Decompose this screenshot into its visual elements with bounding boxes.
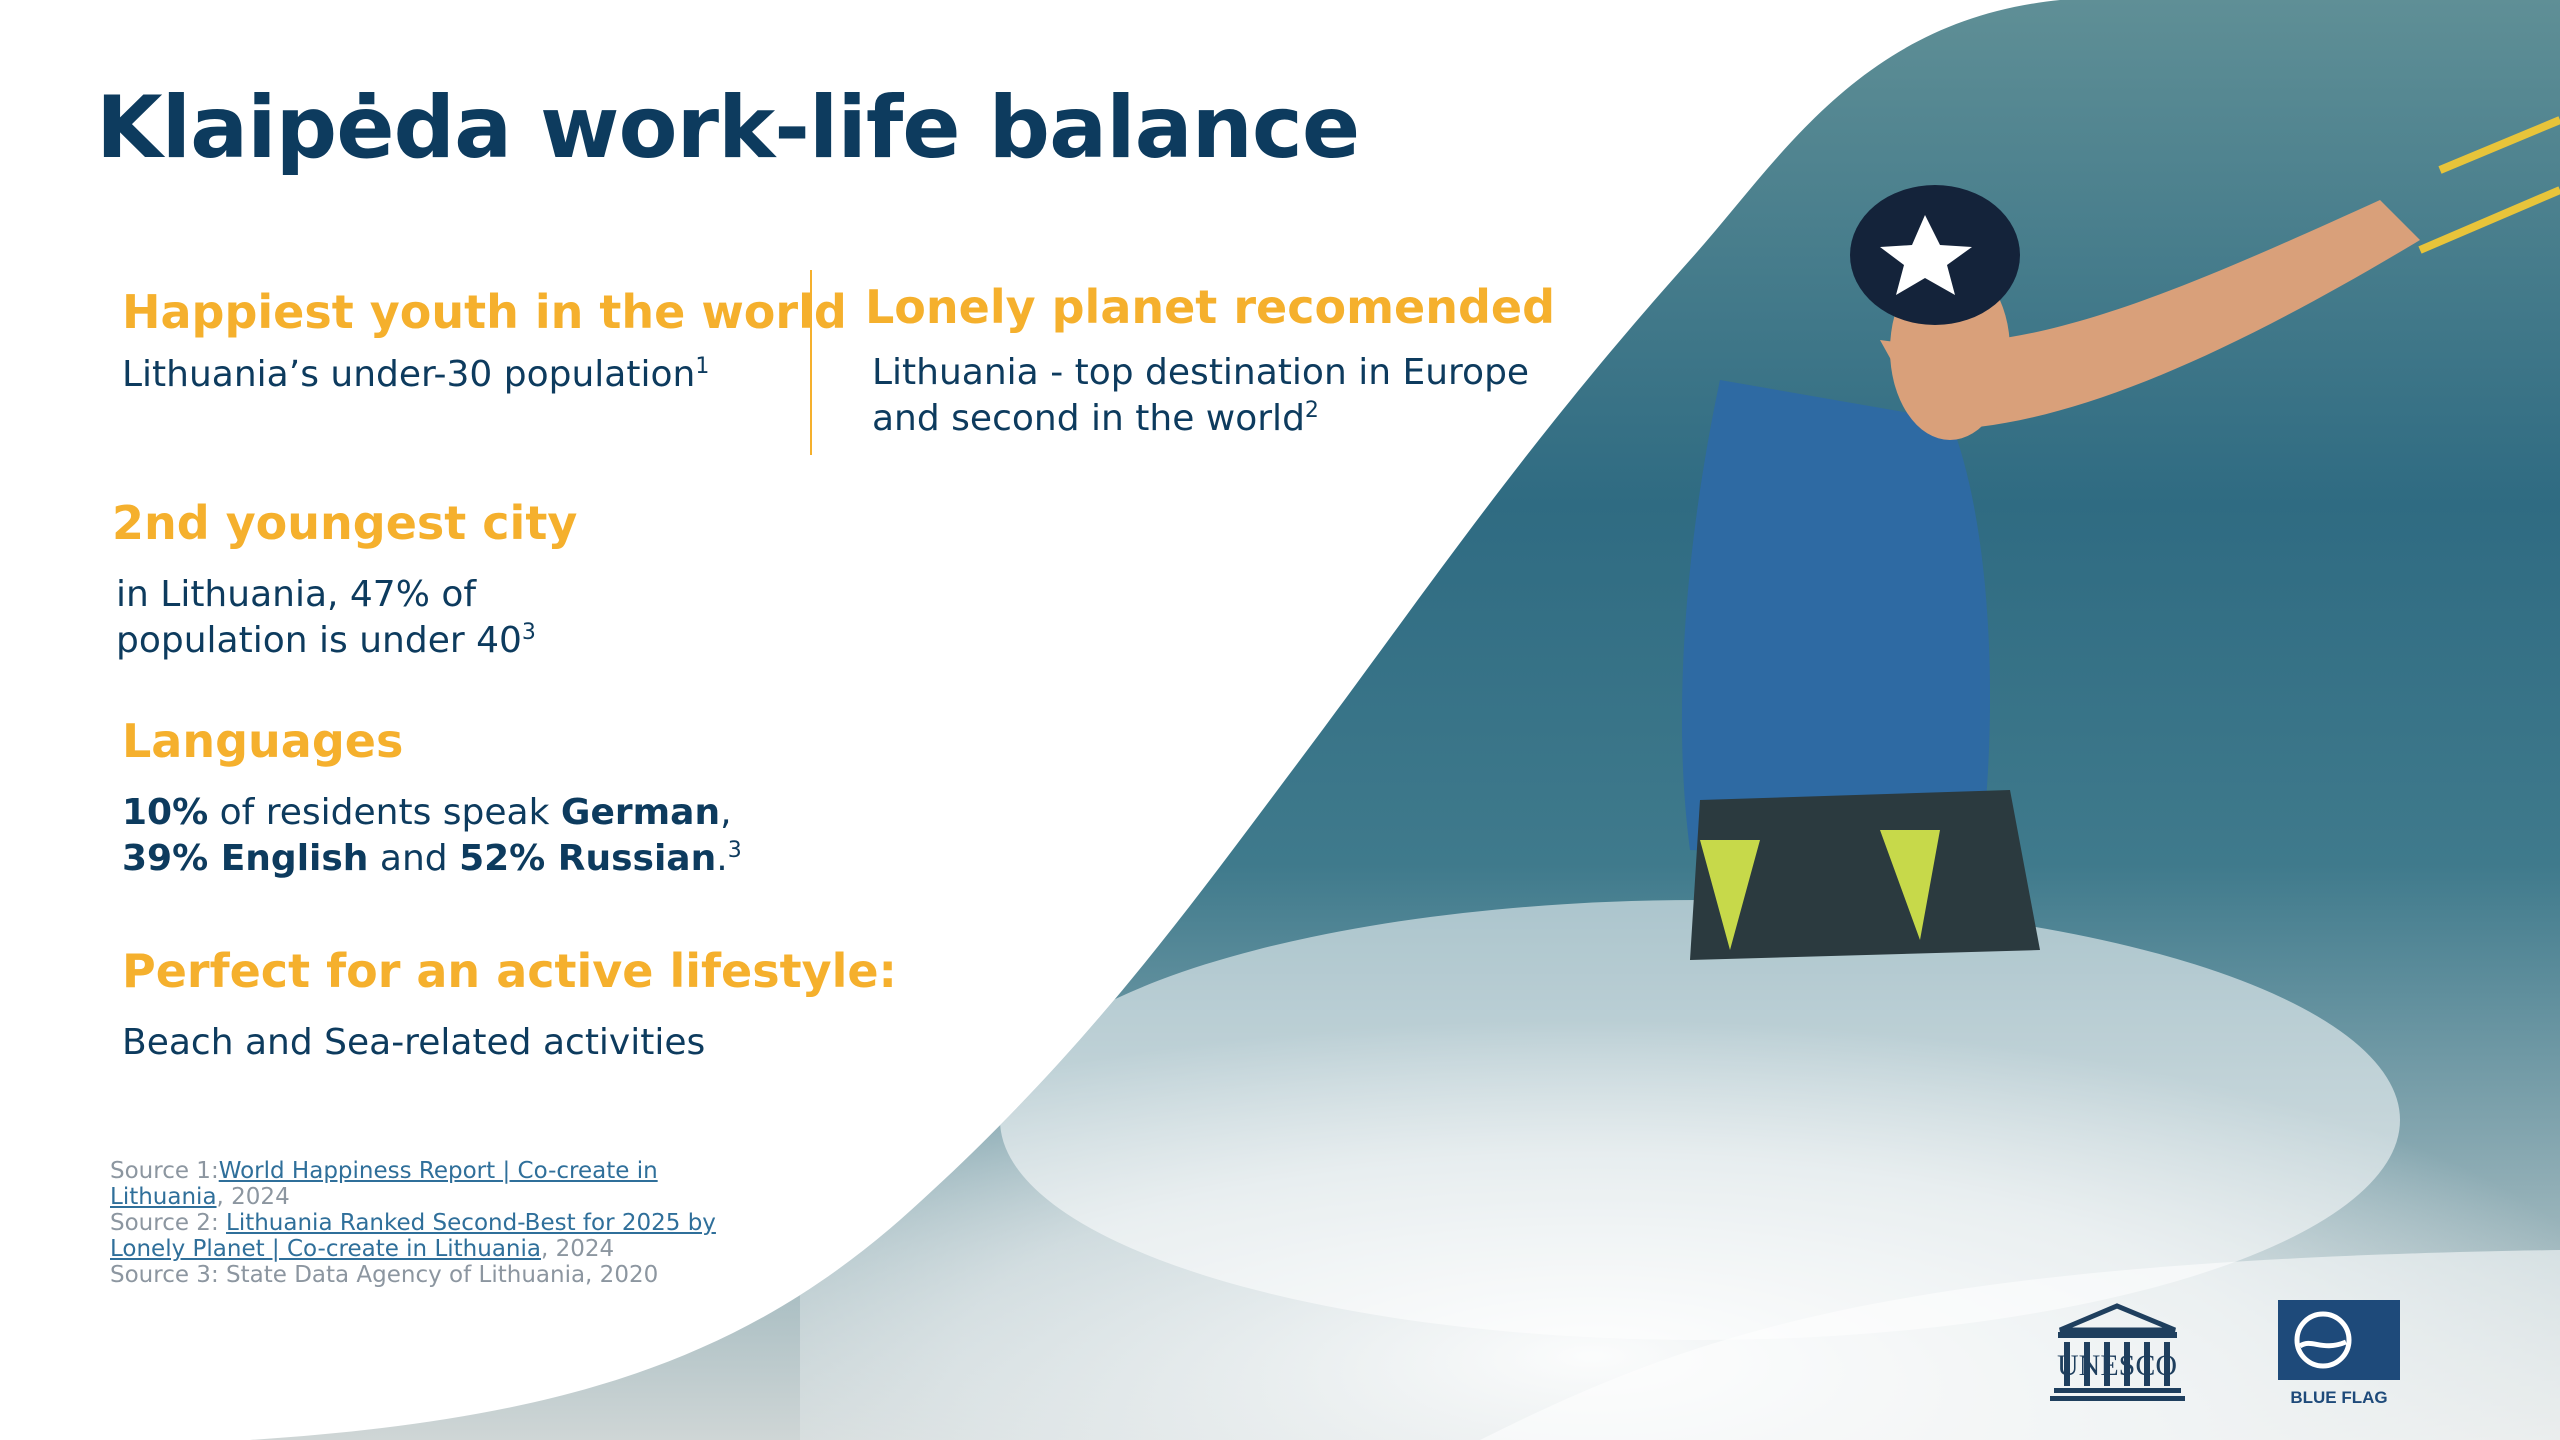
happiest-text: Lithuania’s under-30 population1 bbox=[122, 354, 710, 395]
sources: Source 1:World Happiness Report | Co-cre… bbox=[110, 1158, 730, 1288]
active-text: Beach and Sea-related activities bbox=[122, 1022, 706, 1063]
youngest-text: in Lithuania, 47% of population is under … bbox=[116, 574, 536, 661]
happiest-heading: Happiest youth in the world bbox=[122, 285, 847, 339]
languages-heading: Languages bbox=[122, 714, 404, 768]
page-title: Klaipėda work-life balance bbox=[96, 78, 1360, 178]
active-heading: Perfect for an active lifestyle: bbox=[122, 944, 897, 998]
youngest-heading: 2nd youngest city bbox=[112, 496, 578, 550]
lonely-text: Lithuania - top destination in Europe and… bbox=[872, 352, 1530, 439]
blue-flag-logo-text: BLUE FLAG bbox=[2290, 1388, 2387, 1407]
source-3: Source 3: State Data Agency of Lithuania… bbox=[110, 1262, 659, 1288]
blue-flag-logo: BLUE FLAG bbox=[2278, 1300, 2400, 1407]
unesco-logo-text: UNESCO bbox=[2057, 1349, 2177, 1382]
unesco-logo: UNESCO bbox=[2050, 1303, 2185, 1401]
languages-text: 10% of residents speak German, 39% Englis… bbox=[122, 792, 742, 879]
lonely-heading: Lonely planet recomended bbox=[865, 280, 1555, 334]
